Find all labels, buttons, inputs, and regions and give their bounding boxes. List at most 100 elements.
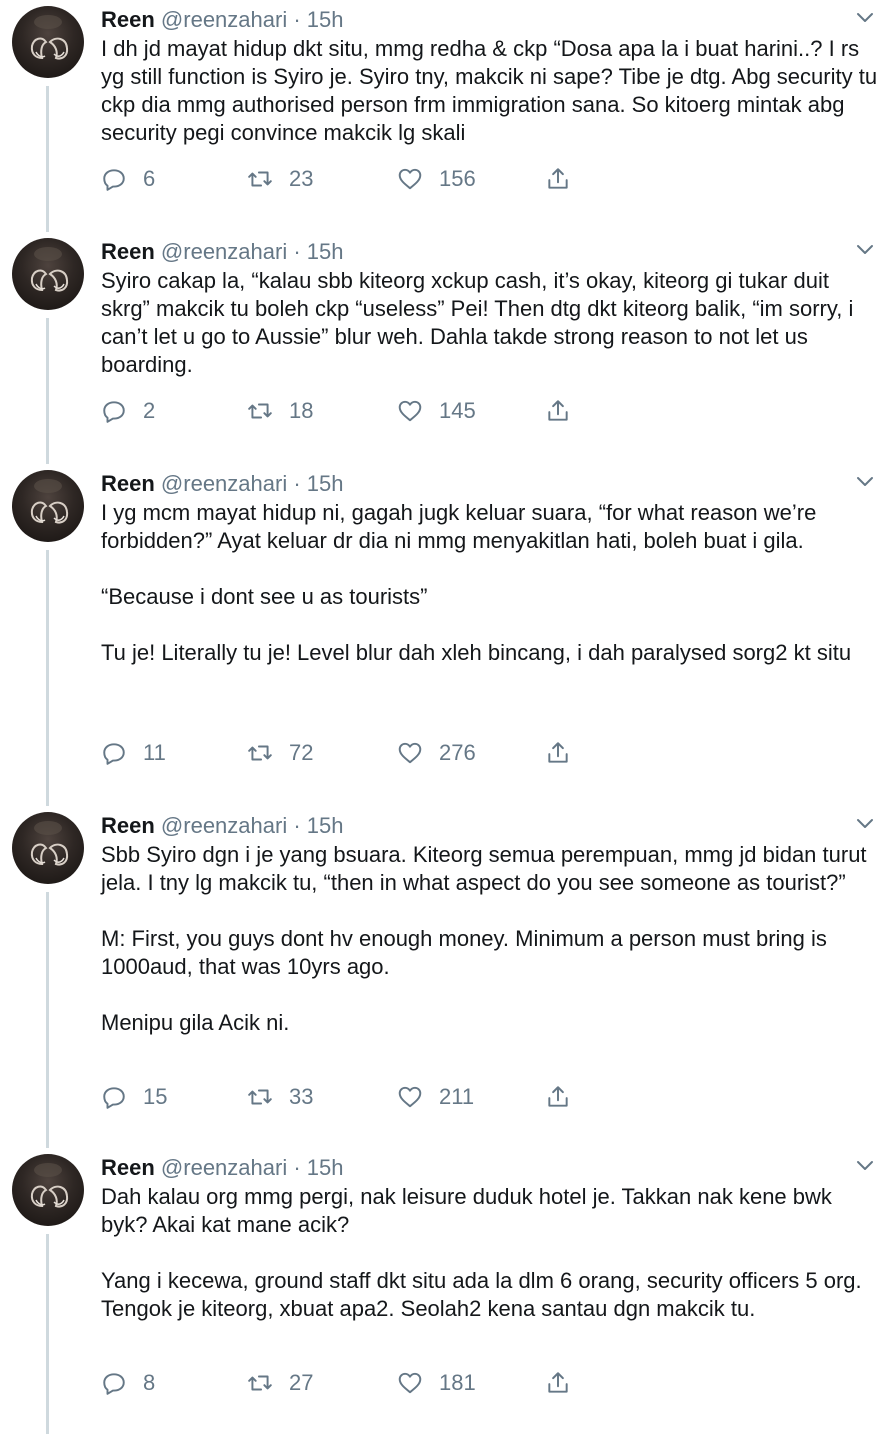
reply-count: 6 [143,166,156,191]
share-button[interactable] [545,738,571,768]
reply-button[interactable]: 6 [101,164,155,194]
tweet-time[interactable]: 15h [307,813,344,838]
tweet-time[interactable]: 15h [307,1155,344,1180]
chevron-down-icon[interactable] [856,818,874,830]
retweet-button[interactable]: 72 [247,738,313,768]
avatar[interactable] [12,1154,84,1226]
tweet[interactable]: Reen @reenzahari · 15h Syiro cakap la, “… [0,232,892,464]
separator-dot: · [293,1155,301,1180]
share-icon [548,742,568,763]
share-icon [548,400,568,421]
avatar-image [30,15,69,60]
chevron-down-icon[interactable] [856,244,874,256]
chevron-down-icon[interactable] [856,476,874,488]
speech-bubble-icon [103,169,125,191]
display-name[interactable]: Reen [101,1155,155,1180]
retweet-icon [248,1089,272,1105]
share-button[interactable] [545,396,571,426]
share-icon [548,1372,568,1393]
reply-count: 2 [143,398,156,423]
user-handle[interactable]: @reenzahari [161,7,287,32]
retweet-button[interactable]: 23 [247,164,313,194]
tweet-time[interactable]: 15h [307,239,344,264]
tweet[interactable]: Reen @reenzahari · 15h Sbb Syiro dgn i j… [0,806,892,1148]
like-count: 181 [439,1370,476,1395]
tweet-actions: 8 27 181 [101,1368,581,1398]
share-button[interactable] [545,1082,571,1112]
tweet-text: Dah kalau org mmg pergi, nak leisure dud… [101,1183,881,1323]
share-icon [548,168,568,189]
heart-icon [398,742,422,764]
display-name[interactable]: Reen [101,239,155,264]
tweet-paragraph: Menipu gila Acik ni. [101,1010,290,1035]
speech-bubble-icon [103,1373,125,1395]
display-name[interactable]: Reen [101,7,155,32]
separator-dot: · [293,7,301,32]
tweet-header: Reen @reenzahari · 15h [101,813,344,839]
retweet-count: 72 [289,740,314,765]
tweet-actions: 2 18 145 [101,396,581,426]
like-count: 211 [439,1084,475,1109]
like-button[interactable]: 211 [397,1082,474,1112]
heart-icon [398,400,422,422]
retweet-icon [248,403,272,419]
speech-bubble-icon [103,401,125,423]
like-button[interactable]: 156 [397,164,476,194]
tweet[interactable]: Reen @reenzahari · 15h I dh jd mayat hid… [0,0,892,232]
retweet-button[interactable]: 27 [247,1368,313,1398]
avatar-image [30,247,69,292]
tweet-text: I dh jd mayat hidup dkt situ, mmg redha … [101,35,881,147]
like-button[interactable]: 276 [397,738,476,768]
speech-bubble-icon [103,743,125,765]
tweet-paragraph: M: First, you guys dont hv enough money.… [101,926,827,979]
display-name[interactable]: Reen [101,813,155,838]
avatar[interactable] [12,238,84,310]
user-handle[interactable]: @reenzahari [161,471,287,496]
reply-button[interactable]: 2 [101,396,155,426]
tweet-paragraph: Dah kalau org mmg pergi, nak leisure dud… [101,1184,832,1237]
tweet-text: Syiro cakap la, “kalau sbb kiteorg xckup… [101,267,881,379]
tweet-actions: 6 23 156 [101,164,581,194]
tweet-text: I yg mcm mayat hidup ni, gagah jugk kelu… [101,499,881,667]
avatar[interactable] [12,470,84,542]
tweet-paragraph: Tu je! Literally tu je! Level blur dah x… [101,640,852,665]
tweet-text: Sbb Syiro dgn i je yang bsuara. Kiteorg … [101,841,881,1037]
reply-count: 15 [143,1084,168,1109]
reply-button[interactable]: 8 [101,1368,155,1398]
avatar[interactable] [12,812,84,884]
tweet-actions: 11 72 276 [101,738,581,768]
tweet-header: Reen @reenzahari · 15h [101,471,344,497]
separator-dot: · [293,471,301,496]
retweet-count: 23 [289,166,314,191]
like-count: 145 [439,398,476,423]
user-handle[interactable]: @reenzahari [161,813,287,838]
retweet-icon [248,171,272,187]
tweet[interactable]: Reen @reenzahari · 15h Dah kalau org mmg… [0,1148,892,1440]
reply-count: 8 [143,1370,156,1395]
tweet-actions: 15 33 211 [101,1082,581,1112]
display-name[interactable]: Reen [101,471,155,496]
user-handle[interactable]: @reenzahari [161,239,287,264]
share-button[interactable] [545,1368,571,1398]
reply-button[interactable]: 11 [101,738,166,768]
separator-dot: · [293,813,301,838]
retweet-button[interactable]: 33 [247,1082,313,1112]
reply-button[interactable]: 15 [101,1082,167,1112]
tweet[interactable]: Reen @reenzahari · 15h I yg mcm mayat hi… [0,464,892,806]
chevron-down-icon[interactable] [856,12,874,24]
like-button[interactable]: 181 [397,1368,476,1398]
like-button[interactable]: 145 [397,396,476,426]
tweet-header: Reen @reenzahari · 15h [101,1155,344,1181]
user-handle[interactable]: @reenzahari [161,1155,287,1180]
tweet-paragraph: Syiro cakap la, “kalau sbb kiteorg xckup… [101,268,854,377]
tweet-paragraph: I yg mcm mayat hidup ni, gagah jugk kelu… [101,500,817,553]
share-button[interactable] [545,164,571,194]
retweet-icon [248,745,272,761]
tweet-time[interactable]: 15h [307,7,344,32]
avatar[interactable] [12,6,84,78]
tweet-time[interactable]: 15h [307,471,344,496]
retweet-button[interactable]: 18 [247,396,313,426]
share-icon [548,1086,568,1107]
tweet-header: Reen @reenzahari · 15h [101,7,344,33]
chevron-down-icon[interactable] [856,1160,874,1172]
